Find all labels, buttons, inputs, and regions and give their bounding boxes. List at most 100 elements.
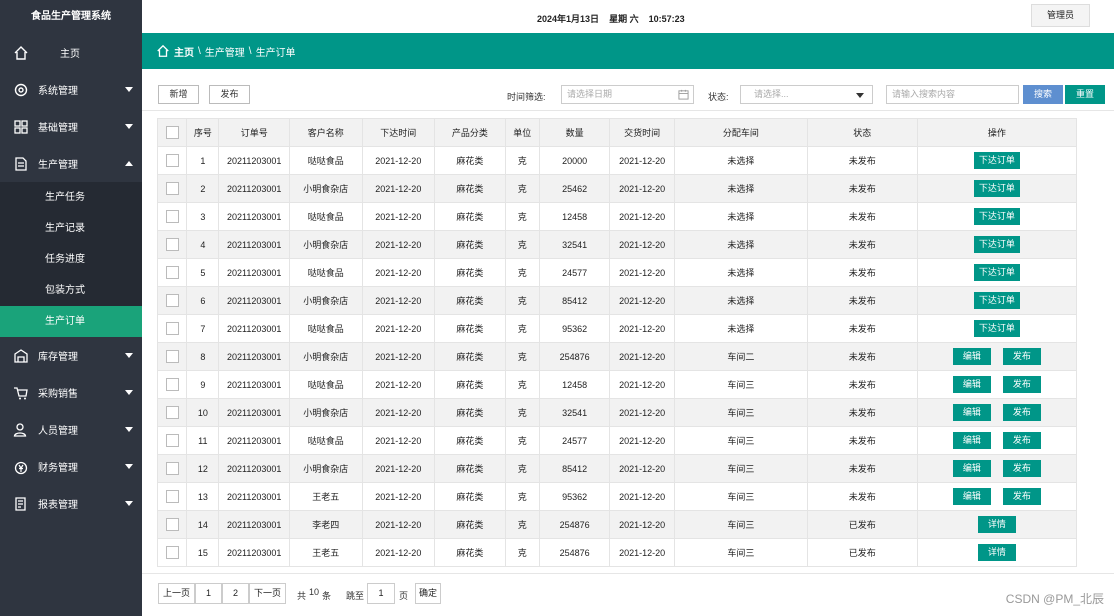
row-checkbox[interactable] [165,462,179,475]
issued-date-cell: 2021-12-20 [361,146,436,175]
sidebar-subitem-record[interactable]: 生产记录 [0,213,142,244]
order-number-cell: 20211203001 [218,426,290,455]
home-icon[interactable] [156,44,170,58]
prev-page-button[interactable]: 上一页 [158,583,195,604]
row-checkbox[interactable] [165,266,179,279]
action-button[interactable]: 编辑 [952,404,991,421]
row-select-cell [156,370,188,399]
add-button[interactable]: 新增 [158,85,199,104]
action-button[interactable]: 下达订单 [973,236,1020,253]
action-button[interactable]: 下达订单 [973,264,1020,281]
search-button[interactable]: 搜索 [1023,85,1063,104]
sidebar-subitem-packaging[interactable]: 包装方式 [0,275,142,306]
row-checkbox[interactable] [165,294,179,307]
total-count: 10 [309,587,320,597]
action-button[interactable]: 下达订单 [973,208,1020,225]
user-button[interactable]: 管理员 [1031,4,1090,27]
action-button[interactable]: 编辑 [952,348,991,365]
issued-date-cell: 2021-12-20 [361,370,436,399]
workshop-cell: 未选择 [673,230,808,259]
issued-date-cell: 2021-12-20 [361,258,436,287]
order-number-cell: 20211203001 [218,482,290,511]
status-cell: 未发布 [806,202,918,231]
row-checkbox[interactable] [165,154,179,167]
row-number-cell: 9 [186,370,220,399]
row-checkbox[interactable] [165,210,179,223]
row-checkbox[interactable] [165,518,179,531]
action-button[interactable]: 详情 [977,544,1016,561]
row-checkbox[interactable] [165,350,179,363]
sidebar-item-basic[interactable]: 基础管理 [0,108,142,145]
row-checkbox[interactable] [165,434,179,447]
reset-button[interactable]: 重置 [1065,85,1105,104]
watermark: CSDN @PM_北辰 [1005,592,1104,606]
page-2-button[interactable]: 2 [222,583,249,604]
sidebar-item-personnel[interactable]: 人员管理 [0,411,142,448]
row-checkbox[interactable] [165,546,179,559]
search-input[interactable]: 请输入搜索内容 [886,85,1019,104]
sidebar-item-inventory[interactable]: 库存管理 [0,337,142,374]
action-button[interactable]: 详情 [977,516,1016,533]
action-button[interactable]: 发布 [1002,432,1041,449]
row-number-cell: 1 [186,146,220,175]
sidebar-item-report[interactable]: 报表管理 [0,485,142,522]
action-button[interactable]: 编辑 [952,376,991,393]
sidebar-item-label: 主页 [60,49,80,60]
action-button[interactable]: 发布 [1002,348,1041,365]
product-category-cell: 麻花类 [434,426,506,455]
sidebar-subitem-progress[interactable]: 任务进度 [0,244,142,275]
top-bar: 2024年1月13日 星期 六 10:57:23 管理员 [142,0,1114,33]
row-checkbox[interactable] [165,378,179,391]
action-button[interactable]: 编辑 [952,460,991,477]
workshop-cell: 未选择 [673,314,808,343]
confirm-button[interactable]: 确定 [415,583,441,604]
row-checkbox[interactable] [165,322,179,335]
sidebar-subitem-task[interactable]: 生产任务 [0,182,142,213]
product-category-cell: 麻花类 [434,286,506,315]
page-input[interactable]: 1 [367,583,395,604]
unit-cell: 克 [504,314,540,343]
report-icon [15,497,26,511]
select-all-checkbox[interactable] [165,126,179,139]
actions-cell: 编辑 发布 [916,426,1078,455]
page-1-button[interactable]: 1 [195,583,222,604]
row-checkbox[interactable] [165,406,179,419]
sidebar-subitem-order[interactable]: 生产订单 [0,306,142,337]
action-button[interactable]: 发布 [1002,488,1041,505]
product-category-cell: 麻花类 [434,230,506,259]
sidebar-item-system[interactable]: 系统管理 [0,71,142,108]
action-button[interactable]: 下达订单 [973,292,1020,309]
row-checkbox[interactable] [165,490,179,503]
table-row: 7 20211203001 哒哒食品 2021-12-20 麻花类克 95362 2021-… [156,314,1078,343]
action-button[interactable]: 发布 [1002,460,1041,477]
date-input[interactable]: 请选择日期 [561,85,694,104]
breadcrumb-home[interactable]: 主页 [174,44,194,59]
row-checkbox[interactable] [165,182,179,195]
sidebar-menu: 主页 系统管理 基础管理 生产管理 生产任务 生产记录 任务进度 包装方式 生产… [0,34,142,522]
action-button[interactable]: 下达订单 [973,180,1020,197]
status-cell: 未发布 [806,398,918,427]
row-select-cell [156,342,188,371]
action-button[interactable]: 编辑 [952,432,991,449]
action-button[interactable]: 下达订单 [973,152,1020,169]
row-checkbox[interactable] [165,238,179,251]
delivery-date-cell: 2021-12-20 [609,230,675,259]
action-button[interactable]: 发布 [1002,404,1041,421]
action-button[interactable]: 编辑 [952,488,991,505]
action-button[interactable]: 发布 [1002,376,1041,393]
product-category-cell: 麻花类 [434,258,506,287]
next-page-button[interactable]: 下一页 [249,583,286,604]
publish-button[interactable]: 发布 [209,85,250,104]
quantity-cell: 24577 [538,426,611,455]
sidebar-item-home[interactable]: 主页 [0,34,142,71]
sidebar-item-production[interactable]: 生产管理 [0,145,142,182]
sidebar-item-finance[interactable]: 财务管理 [0,448,142,485]
breadcrumb-level1[interactable]: 生产管理 [205,44,245,59]
customer-name-cell: 哒哒食品 [288,314,363,343]
action-button[interactable]: 下达订单 [973,320,1020,337]
sidebar-item-purchase[interactable]: 采购销售 [0,374,142,411]
status-select[interactable]: 请选择... [740,85,873,104]
issued-date-cell: 2021-12-20 [361,454,436,483]
time-filter-label: 时间筛选: [507,92,546,102]
customer-name-cell: 哒哒食品 [288,202,363,231]
